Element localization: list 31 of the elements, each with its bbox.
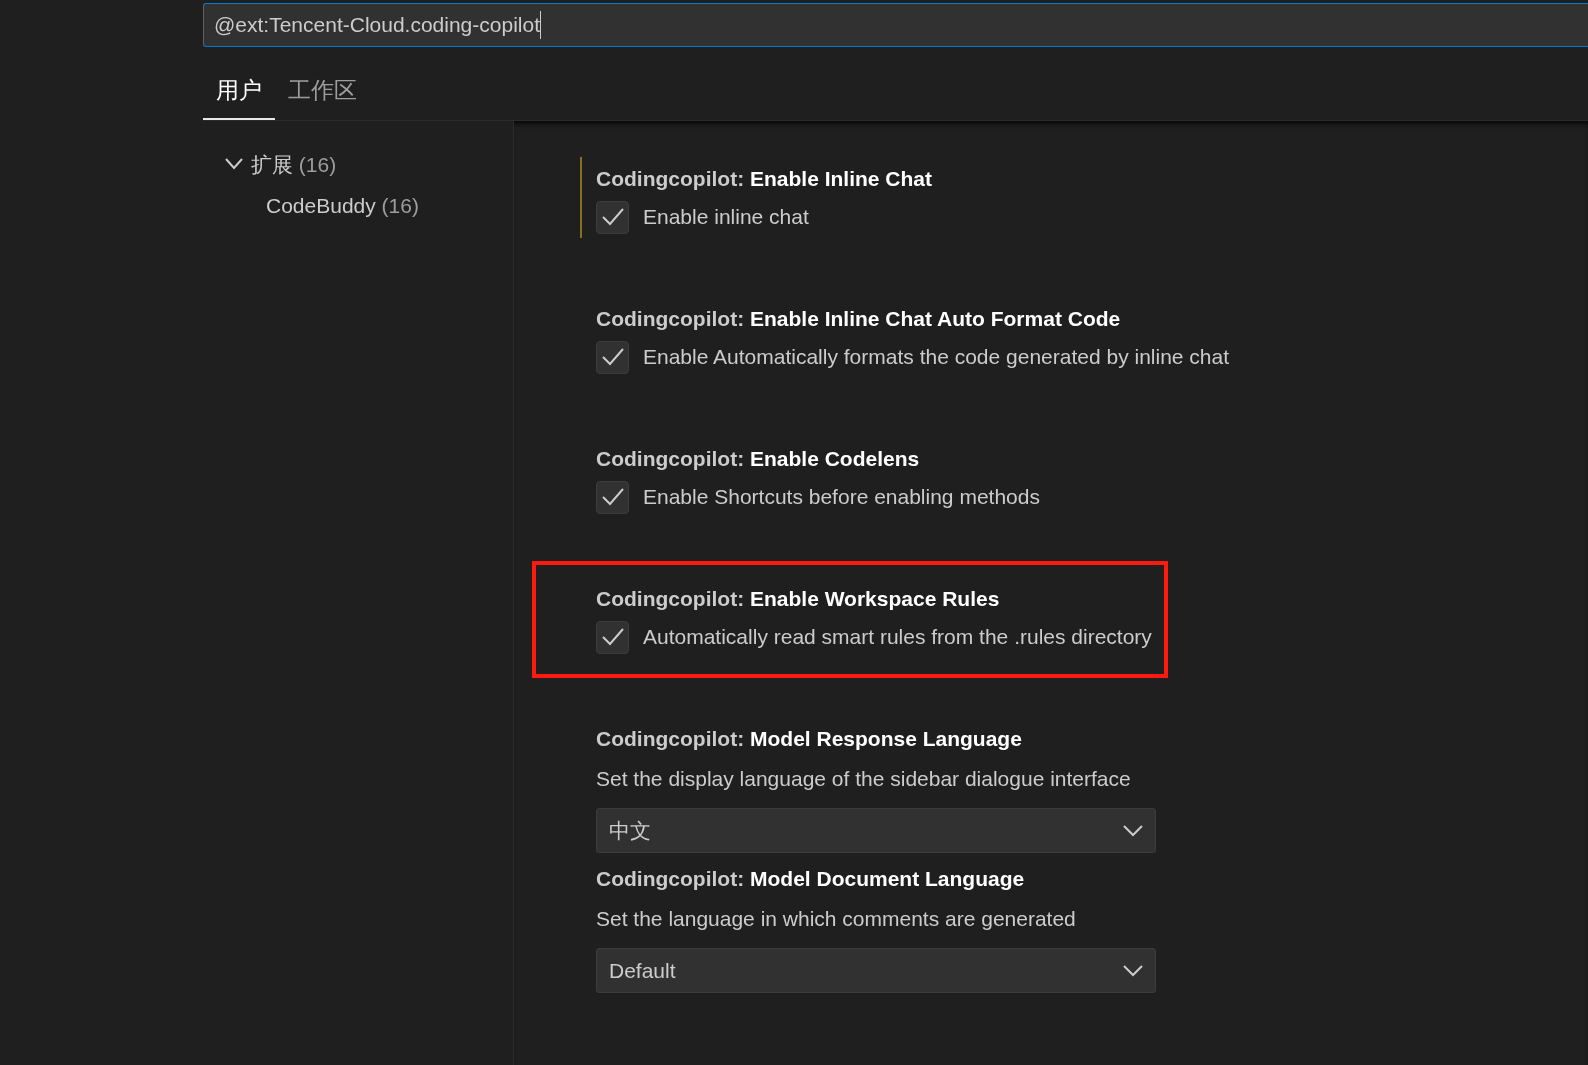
checkmark-icon [600,207,625,227]
setting-description: Enable Shortcuts before enabling methods [643,484,1040,511]
setting-title: Codingcopilot: Enable Workspace Rules [596,585,1001,612]
checkbox[interactable] [596,340,629,374]
setting-title: Codingcopilot: Enable Inline Chat [596,165,932,192]
chevron-icon [225,158,243,171]
setting-title: Codingcopilot: Enable Codelens [596,445,921,472]
setting-title: Codingcopilot: Model Document Language [596,865,1026,892]
checkbox[interactable] [596,480,629,514]
tab[interactable]: 用户 [203,73,275,120]
setting-description: Set the language in which comments are generated [596,905,1077,932]
setting-description: Enable Automatically formats the code generated by inline chat [643,344,1230,371]
search-field[interactable]: @ext:Tencent-Cloud.coding-copilot [203,3,1588,47]
setting-description: Automatically read smart rules from the .rules directory [643,624,1152,651]
setting-title: Codingcopilot: Enable Inline Chat Auto Format Code [596,305,1122,332]
dropdown[interactable]: 中文 [596,808,1156,853]
chevron-down-icon [1123,824,1143,837]
setting-description: Set the display language of the sidebar dialogue interface [596,765,1132,792]
setting-title: Codingcopilot: Model Response Language [596,725,1023,752]
checkmark-icon [600,347,625,367]
checkbox[interactable] [596,200,629,234]
chevron-down-icon [1123,964,1143,977]
tree-item[interactable]: CodeBuddy (16) [225,190,513,222]
checkmark-icon [600,627,625,647]
checkbox[interactable] [596,620,629,654]
tree-item[interactable]: 扩展 (16) [225,148,513,180]
checkmark-icon [600,487,625,507]
tab[interactable]: 工作区 [275,73,370,120]
setting-description: Enable inline chat [643,204,809,231]
dropdown[interactable]: Default [596,948,1156,993]
text-cursor [540,11,541,39]
